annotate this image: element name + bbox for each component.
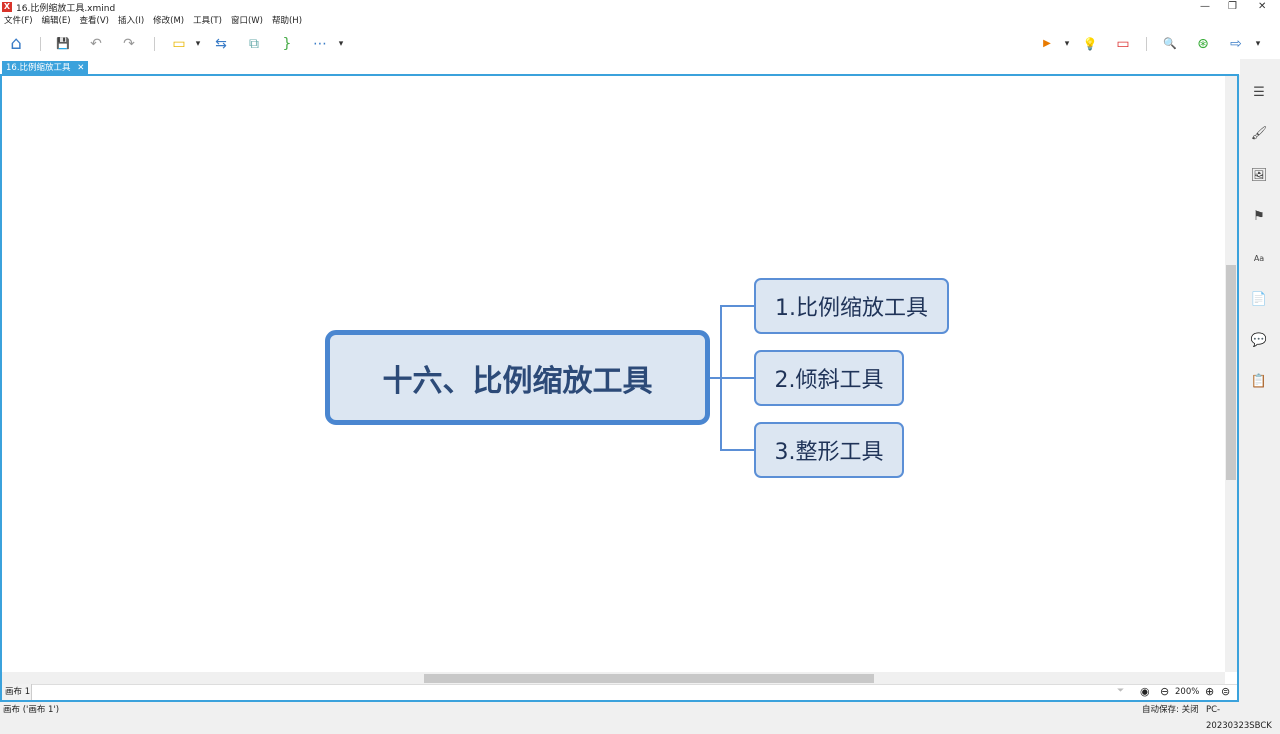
tab-label: 16.比例缩放工具 — [6, 63, 71, 73]
divider — [1146, 37, 1147, 51]
menu-modify[interactable]: 修改(M) — [153, 14, 184, 29]
marker-flag-icon[interactable]: ⚑ — [1250, 208, 1268, 226]
boundary-icon[interactable]: } — [278, 35, 296, 53]
menu-bar: 文件(F) 编辑(E) 查看(V) 插入(I) 修改(M) 工具(T) 窗口(W… — [0, 14, 1280, 29]
presentation-dropdown-icon[interactable]: ▾ — [1062, 35, 1072, 53]
menu-help[interactable]: 帮助(H) — [272, 14, 302, 29]
redo-icon[interactable]: ↷ — [120, 35, 138, 53]
style-dropdown-icon[interactable]: ▾ — [193, 35, 203, 53]
more-dropdown-icon[interactable]: ▾ — [336, 35, 346, 53]
share-icon[interactable]: ⊛ — [1194, 35, 1212, 53]
autosave-status[interactable]: 自动保存: 关闭 — [1142, 702, 1199, 718]
menu-file[interactable]: 文件(F) — [4, 14, 33, 29]
subtopic[interactable]: 3.整形工具 — [754, 422, 904, 478]
notes-icon[interactable]: 📄 — [1250, 291, 1268, 309]
comments-icon[interactable]: 💬 — [1250, 332, 1268, 350]
zoom-in-icon[interactable]: ⊕ — [1205, 685, 1214, 698]
export-dropdown-icon[interactable]: ▾ — [1253, 35, 1263, 53]
connector — [720, 449, 755, 451]
toolbar: ⌂ 💾 ↶ ↷ ▭ ▾ ⇆ ⧉ } ⋯ ▾ ▶ ▾ 💡 ▭ 🔍 ⊛ ⇨ ▾ — [0, 29, 1280, 59]
subtopic[interactable]: 2.倾斜工具 — [754, 350, 904, 406]
tab-strip — [0, 59, 1240, 75]
outline-icon[interactable]: ▭ — [1114, 35, 1132, 53]
status-sheet: 画布 ('画布 1') — [3, 705, 60, 715]
summary-icon[interactable]: ⧉ — [245, 35, 263, 53]
sheet-tab[interactable]: 画布 1 — [2, 684, 32, 700]
xmind-logo-icon: X — [2, 2, 12, 12]
zoom-out-icon[interactable]: ⊖ — [1160, 685, 1169, 698]
connector — [720, 377, 755, 379]
connector — [720, 305, 755, 307]
image-icon[interactable]: 🖼 — [1250, 167, 1268, 185]
tab-document[interactable]: 16.比例缩放工具 ✕ — [2, 61, 89, 75]
save-icon[interactable]: 💾 — [54, 35, 72, 53]
divider — [154, 37, 155, 51]
search-icon[interactable]: 🔍 — [1161, 35, 1179, 53]
task-icon[interactable]: 📋 — [1250, 373, 1268, 391]
idea-icon[interactable]: 💡 — [1081, 35, 1099, 53]
machine-name: PC-20230323SBCK — [1206, 705, 1272, 731]
more-icon[interactable]: ⋯ — [311, 35, 329, 53]
undo-icon[interactable]: ↶ — [87, 35, 105, 53]
eye-icon[interactable]: ◉ — [1140, 685, 1150, 698]
divider — [40, 37, 41, 51]
central-topic[interactable]: 十六、比例缩放工具 — [325, 330, 710, 425]
format-brush-icon[interactable]: 🖌 — [1250, 125, 1268, 143]
filter-icon[interactable]: ⏷ — [1117, 686, 1124, 696]
home-icon[interactable]: ⌂ — [7, 35, 25, 53]
menu-window[interactable]: 窗口(W) — [231, 14, 263, 29]
zoom-level: 200% — [1175, 687, 1200, 697]
menu-insert[interactable]: 插入(I) — [118, 14, 144, 29]
tab-close-icon[interactable]: ✕ — [77, 63, 84, 73]
fit-icon[interactable]: ⊜ — [1221, 685, 1230, 698]
maximize-button[interactable]: ❐ — [1228, 1, 1237, 12]
window-title: 16.比例缩放工具.xmind — [16, 4, 116, 14]
export-icon[interactable]: ⇨ — [1227, 35, 1245, 53]
style-icon[interactable]: ▭ — [170, 35, 188, 53]
vertical-scroll-thumb[interactable] — [1226, 265, 1236, 480]
minimize-button[interactable]: — — [1200, 1, 1210, 12]
status-bar: 画布 ('画布 1') 自动保存: 关闭 PC-20230323SBCK — [0, 702, 1280, 731]
text-style-icon[interactable]: Aa — [1250, 250, 1268, 268]
relationship-icon[interactable]: ⇆ — [212, 35, 230, 53]
subtopic[interactable]: 1.比例缩放工具 — [754, 278, 949, 334]
outline-panel-icon[interactable]: ☰ — [1250, 84, 1268, 102]
sheet-bar: ⏷ ◉ ⊖ 200% ⊕ ⊜ — [2, 684, 1237, 700]
presentation-icon[interactable]: ▶ — [1038, 35, 1056, 53]
close-button[interactable]: ✕ — [1258, 1, 1266, 12]
menu-view[interactable]: 查看(V) — [80, 14, 109, 29]
menu-edit[interactable]: 编辑(E) — [42, 14, 71, 29]
title-bar: X 16.比例缩放工具.xmind — ❐ ✕ — [0, 0, 1280, 14]
horizontal-scroll-thumb[interactable] — [424, 674, 874, 683]
menu-tools[interactable]: 工具(T) — [193, 14, 222, 29]
